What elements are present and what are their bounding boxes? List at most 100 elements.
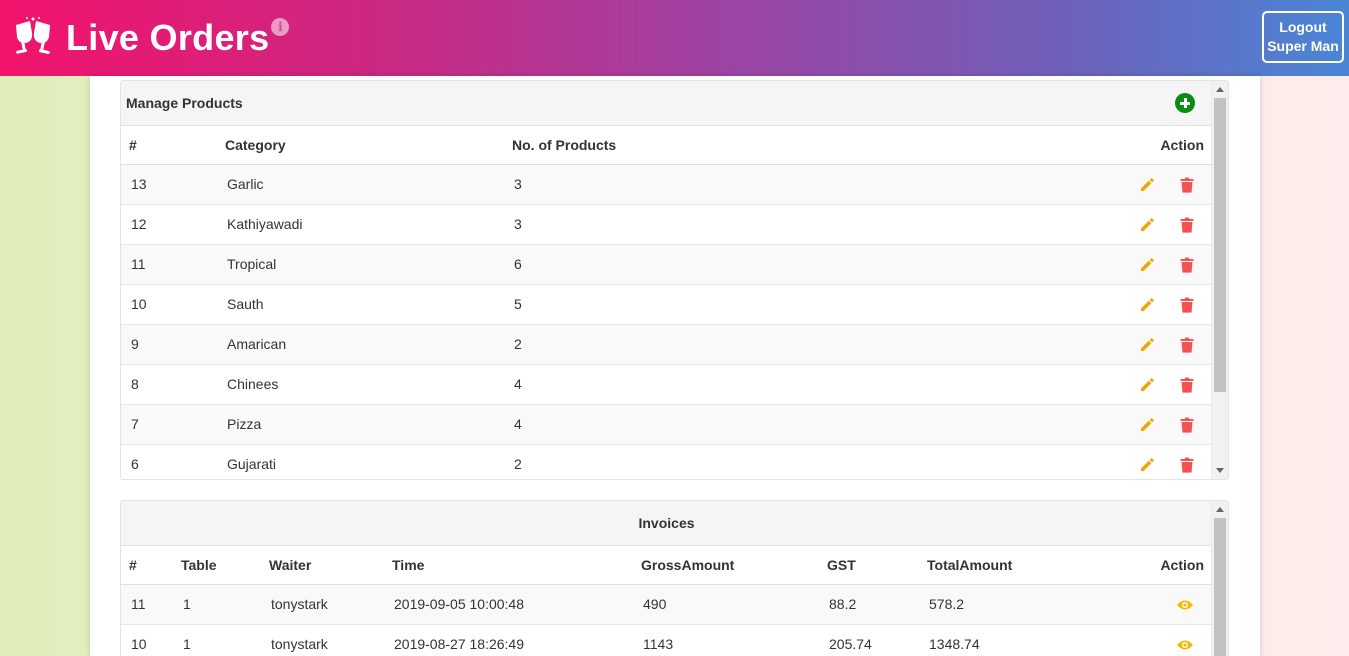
cell-action bbox=[1104, 324, 1212, 365]
invoices-panel: Invoices # Table Waiter Time GrossAmount… bbox=[120, 500, 1229, 656]
table-row: 6 Gujarati 2 bbox=[121, 444, 1212, 479]
cell-id: 10 bbox=[121, 284, 217, 325]
cell-count: 4 bbox=[504, 364, 1104, 405]
column-header-total[interactable]: TotalAmount bbox=[919, 546, 1104, 585]
table-header-row: # Category No. of Products Action bbox=[121, 126, 1212, 165]
scroll-down-icon[interactable] bbox=[1216, 468, 1224, 473]
edit-pencil-icon[interactable] bbox=[1139, 337, 1155, 353]
column-header-waiter[interactable]: Waiter bbox=[261, 546, 384, 585]
table-row: 10 Sauth 5 bbox=[121, 284, 1212, 325]
edit-pencil-icon[interactable] bbox=[1139, 217, 1155, 233]
column-header-count[interactable]: No. of Products bbox=[504, 126, 1104, 165]
column-header-id: # bbox=[121, 546, 173, 585]
manage-products-header: Manage Products bbox=[121, 81, 1212, 126]
invoices-scrollbar[interactable] bbox=[1211, 501, 1228, 656]
cell-count: 2 bbox=[504, 324, 1104, 365]
column-header-table[interactable]: Table bbox=[173, 546, 261, 585]
edit-pencil-icon[interactable] bbox=[1139, 457, 1155, 473]
scroll-up-icon[interactable] bbox=[1216, 87, 1224, 92]
edit-pencil-icon[interactable] bbox=[1139, 377, 1155, 393]
table-row: 11 Tropical 6 bbox=[121, 244, 1212, 285]
cell-count: 3 bbox=[504, 164, 1104, 205]
delete-trash-icon[interactable] bbox=[1180, 217, 1194, 233]
cell-id: 9 bbox=[121, 324, 217, 365]
cell-category: Amarican bbox=[217, 324, 504, 365]
main-container: Manage Products # Category No. of Produc… bbox=[90, 76, 1260, 656]
table-row: 11 1 tonystark 2019-09-05 10:00:48 490 88.2 57… bbox=[121, 584, 1212, 625]
invoices-header: Invoices bbox=[121, 501, 1212, 546]
table-row: 9 Amarican 2 bbox=[121, 324, 1212, 365]
delete-trash-icon[interactable] bbox=[1180, 257, 1194, 273]
table-header-row: # Table Waiter Time GrossAmount GST Tota… bbox=[121, 546, 1212, 585]
app-header: Live Orders i Logout Super Man bbox=[0, 0, 1349, 76]
cell-total: 1348.74 bbox=[919, 624, 1104, 656]
cell-action bbox=[1104, 444, 1212, 479]
cell-category: Kathiyawadi bbox=[217, 204, 504, 245]
info-icon[interactable]: i bbox=[271, 18, 290, 36]
cell-total: 578.2 bbox=[919, 584, 1104, 625]
edit-pencil-icon[interactable] bbox=[1139, 177, 1155, 193]
delete-trash-icon[interactable] bbox=[1180, 417, 1194, 433]
table-row: 8 Chinees 4 bbox=[121, 364, 1212, 405]
table-row: 12 Kathiyawadi 3 bbox=[121, 204, 1212, 245]
delete-trash-icon[interactable] bbox=[1180, 337, 1194, 353]
cell-count: 5 bbox=[504, 284, 1104, 325]
cell-id: 13 bbox=[121, 164, 217, 205]
cell-category: Sauth bbox=[217, 284, 504, 325]
column-header-gst[interactable]: GST bbox=[819, 546, 919, 585]
edit-pencil-icon[interactable] bbox=[1139, 297, 1155, 313]
cell-gst: 88.2 bbox=[819, 584, 919, 625]
cell-count: 2 bbox=[504, 444, 1104, 479]
column-header-category[interactable]: Category bbox=[217, 126, 504, 165]
cell-count: 3 bbox=[504, 204, 1104, 245]
view-eye-icon[interactable] bbox=[1176, 639, 1194, 651]
cell-category: Chinees bbox=[217, 364, 504, 405]
user-name-label: Super Man bbox=[1267, 38, 1339, 54]
cell-category: Gujarati bbox=[217, 444, 504, 479]
delete-trash-icon[interactable] bbox=[1180, 377, 1194, 393]
logout-label: Logout bbox=[1279, 19, 1327, 35]
cell-action bbox=[1104, 284, 1212, 325]
cell-waiter: tonystark bbox=[261, 584, 384, 625]
brand[interactable]: Live Orders i bbox=[10, 16, 290, 60]
cell-id: 11 bbox=[121, 584, 173, 625]
app-title: Live Orders bbox=[66, 17, 270, 58]
view-eye-icon[interactable] bbox=[1176, 599, 1194, 611]
cell-id: 11 bbox=[121, 244, 217, 285]
column-header-time[interactable]: Time bbox=[384, 546, 633, 585]
column-header-gross[interactable]: GrossAmount bbox=[633, 546, 819, 585]
cell-category: Pizza bbox=[217, 404, 504, 445]
panel-title: Invoices bbox=[638, 515, 695, 531]
column-header-id: # bbox=[121, 126, 217, 165]
edit-pencil-icon[interactable] bbox=[1139, 257, 1155, 273]
delete-trash-icon[interactable] bbox=[1180, 457, 1194, 473]
cell-action bbox=[1104, 624, 1212, 656]
cell-action bbox=[1104, 404, 1212, 445]
invoices-table: # Table Waiter Time GrossAmount GST Tota… bbox=[121, 546, 1212, 656]
products-table-scroll[interactable]: # Category No. of Products Action 13 Garl… bbox=[121, 126, 1212, 479]
logout-button[interactable]: Logout Super Man bbox=[1262, 11, 1344, 63]
toast-glasses-icon bbox=[10, 16, 56, 60]
cell-count: 6 bbox=[504, 244, 1104, 285]
products-scrollbar[interactable] bbox=[1211, 81, 1228, 479]
cell-category: Garlic bbox=[217, 164, 504, 205]
scroll-thumb[interactable] bbox=[1214, 98, 1226, 392]
cell-id: 10 bbox=[121, 624, 173, 656]
add-product-button[interactable] bbox=[1175, 93, 1195, 113]
scroll-thumb[interactable] bbox=[1214, 518, 1226, 656]
cell-time: 2019-08-27 18:26:49 bbox=[384, 624, 633, 656]
cell-time: 2019-09-05 10:00:48 bbox=[384, 584, 633, 625]
invoices-table-scroll[interactable]: # Table Waiter Time GrossAmount GST Tota… bbox=[121, 546, 1212, 656]
cell-gross: 1143 bbox=[633, 624, 819, 656]
cell-category: Tropical bbox=[217, 244, 504, 285]
products-table: # Category No. of Products Action 13 Garl… bbox=[121, 126, 1212, 479]
edit-pencil-icon[interactable] bbox=[1139, 417, 1155, 433]
delete-trash-icon[interactable] bbox=[1180, 297, 1194, 313]
cell-gross: 490 bbox=[633, 584, 819, 625]
column-header-action: Action bbox=[1104, 546, 1212, 585]
scroll-up-icon[interactable] bbox=[1216, 507, 1224, 512]
cell-action bbox=[1104, 204, 1212, 245]
delete-trash-icon[interactable] bbox=[1180, 177, 1194, 193]
cell-id: 6 bbox=[121, 444, 217, 479]
column-header-action: Action bbox=[1104, 126, 1212, 165]
